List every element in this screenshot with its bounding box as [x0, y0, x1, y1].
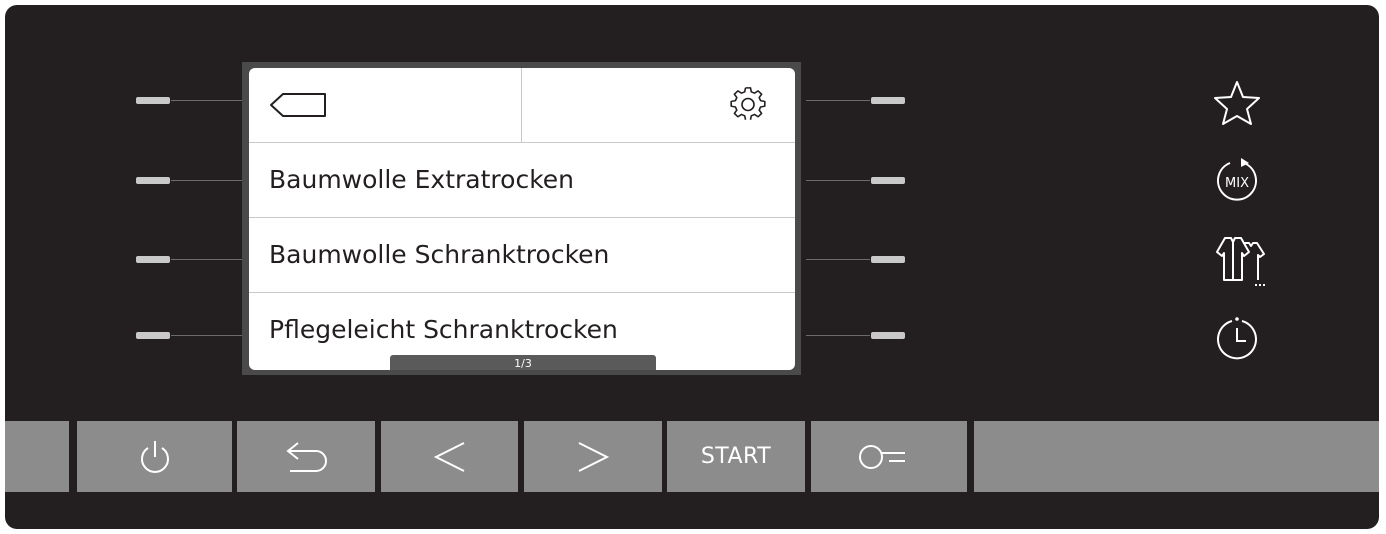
left-connector-line: [171, 100, 242, 101]
bottom-right-blank-key: [974, 421, 1379, 492]
page-indicator: 1/3: [390, 355, 656, 370]
display-header: [249, 68, 795, 142]
favorite-star-icon[interactable]: [1212, 78, 1262, 128]
right-select-button-1[interactable]: [871, 97, 905, 104]
program-row-1[interactable]: Baumwolle Extratrocken: [249, 143, 795, 217]
right-connector-line: [806, 180, 870, 181]
left-select-button-4[interactable]: [136, 332, 170, 339]
left-select-button-3[interactable]: [136, 256, 170, 263]
timer-icon[interactable]: [1212, 313, 1262, 363]
left-connector-line: [171, 180, 242, 181]
next-button[interactable]: [524, 421, 662, 492]
left-connector-line: [171, 335, 242, 336]
bottom-left-blank-key: [5, 421, 69, 492]
key-lock-button[interactable]: [811, 421, 967, 492]
gear-icon: [730, 87, 766, 120]
power-button[interactable]: [77, 421, 232, 492]
right-arrow-icon: [578, 441, 610, 472]
back-arrow-icon: [286, 441, 327, 472]
left-select-button-1[interactable]: [136, 97, 170, 104]
shirts-icon[interactable]: [1209, 234, 1265, 286]
left-select-button-2[interactable]: [136, 177, 170, 184]
program-label: Baumwolle Extratrocken: [269, 165, 575, 194]
right-connector-line: [806, 259, 870, 260]
previous-button[interactable]: [381, 421, 518, 492]
tag-back-icon: [270, 93, 326, 117]
mix-label: MIX: [1225, 176, 1249, 191]
display-settings-button[interactable]: [522, 68, 795, 142]
display-screen: Baumwolle Extratrocken Baumwolle Schrank…: [249, 68, 795, 370]
start-label: START: [700, 444, 772, 469]
left-connector-line: [171, 259, 242, 260]
right-select-button-4[interactable]: [871, 332, 905, 339]
right-select-button-2[interactable]: [871, 177, 905, 184]
left-arrow-icon: [433, 441, 464, 472]
bottom-key-bar: START: [5, 421, 1379, 492]
program-row-2[interactable]: Baumwolle Schranktrocken: [249, 218, 795, 292]
mix-icon[interactable]: MIX: [1212, 156, 1262, 206]
key-lock-icon: [859, 444, 905, 469]
right-select-button-3[interactable]: [871, 256, 905, 263]
program-label: Pflegeleicht Schranktrocken: [269, 315, 618, 344]
back-button[interactable]: [237, 421, 375, 492]
right-connector-line: [806, 335, 870, 336]
program-label: Baumwolle Schranktrocken: [269, 240, 610, 269]
right-connector-line: [806, 100, 870, 101]
display-back-button[interactable]: [249, 68, 521, 142]
power-icon: [140, 440, 169, 473]
start-button[interactable]: START: [667, 421, 805, 492]
